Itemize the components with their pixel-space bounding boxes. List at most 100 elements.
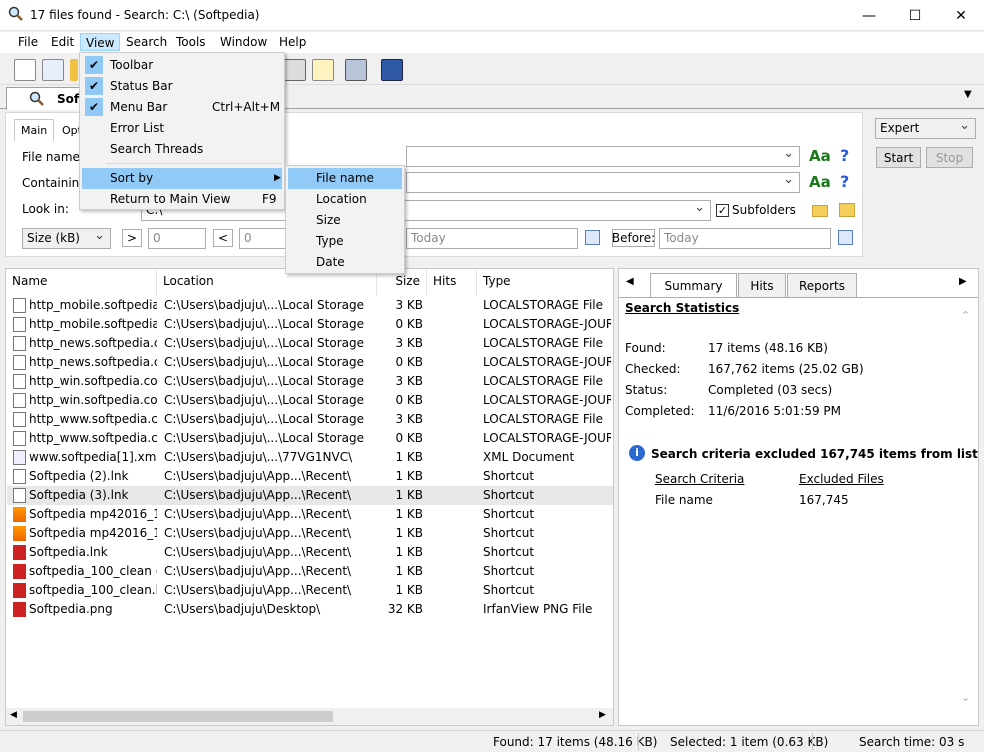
start-button[interactable]: Start (876, 147, 921, 168)
scroll-thumb[interactable] (23, 711, 333, 722)
table-row[interactable]: softpedia_100_clean (... C:\Users\badjuju… (7, 562, 613, 581)
sort-option-location[interactable]: Location (288, 189, 402, 210)
before-calendar-icon[interactable] (838, 230, 853, 245)
table-row[interactable]: http_www.softpedia.c... C:\Users\badjuju\… (7, 410, 613, 429)
before-button[interactable]: Before: (612, 229, 655, 247)
sort-option-label: Date (316, 255, 345, 269)
table-row[interactable]: http_mobile.softpedia... C:\Users\badjuju… (7, 296, 613, 315)
search-tab-icon (29, 91, 45, 110)
table-row[interactable]: Softpedia (3).lnk C:\Users\badjuju\App...… (7, 486, 613, 505)
stop-button[interactable]: Stop (926, 147, 973, 168)
tabs-right-icon[interactable]: ▶ (959, 276, 967, 287)
view-menu-item-return-to-main-view[interactable]: Return to Main View F9 (82, 189, 282, 210)
table-row[interactable]: Softpedia mp42016_1... C:\Users\badjuju\A… (7, 505, 613, 524)
help-book-icon[interactable] (381, 59, 403, 81)
table-row[interactable]: http_mobile.softpedia... C:\Users\badjuju… (7, 315, 613, 334)
open-search-icon[interactable] (42, 59, 64, 81)
menu-help[interactable]: Help (274, 35, 311, 53)
cell-location: C:\Users\badjuju\...\Local Storage\ (164, 298, 364, 312)
tab-reports[interactable]: Reports (787, 273, 857, 297)
containing-text-input[interactable] (406, 172, 800, 193)
multi-folder-icon[interactable] (839, 203, 855, 217)
table-row[interactable]: http_www.softpedia.c... C:\Users\badjuju\… (7, 429, 613, 448)
menu-search[interactable]: Search (121, 35, 172, 53)
after-calendar-icon[interactable] (585, 230, 600, 245)
tab-hits[interactable]: Hits (738, 273, 786, 297)
print-icon[interactable] (345, 59, 367, 81)
scroll-right-icon[interactable]: ▶ (599, 710, 606, 720)
report-icon[interactable] (284, 59, 306, 81)
scroll-down-icon[interactable]: ⌄ (961, 691, 970, 704)
cell-name: www.softpedia[1].xml (29, 450, 157, 464)
new-search-icon[interactable] (14, 59, 36, 81)
table-row[interactable]: softpedia_100_clean.lnk C:\Users\badjuju\… (7, 581, 613, 600)
table-row[interactable]: http_win.softpedia.co... C:\Users\badjuju… (7, 372, 613, 391)
horizontal-scrollbar[interactable]: ◀ ▶ (6, 708, 613, 725)
col-type-header[interactable]: Type (477, 269, 615, 296)
file-name-input[interactable] (406, 146, 800, 167)
containing-help-icon[interactable]: ? (840, 172, 849, 191)
view-menu-item-menu-bar[interactable]: ✔ Menu Bar Ctrl+Alt+M (82, 97, 282, 118)
menu-view[interactable]: View (80, 33, 121, 51)
checked-value: 167,762 items (25.02 GB) (708, 362, 864, 376)
submenu-arrow-icon: ▶ (274, 173, 281, 183)
tab-summary[interactable]: Summary (650, 273, 737, 298)
table-row[interactable]: http_news.softpedia.c... C:\Users\badjuju… (7, 334, 613, 353)
browse-folder-icon[interactable] (812, 205, 828, 217)
menu-edit[interactable]: Edit (46, 35, 79, 53)
cell-size: 0 KB (395, 355, 423, 369)
cell-name: Softpedia mp42016_1... (29, 507, 157, 521)
match-case-icon[interactable]: Aa (809, 147, 831, 165)
col-size-label: Size (395, 274, 420, 288)
view-menu-item-search-threads[interactable]: Search Threads (82, 139, 282, 160)
sort-option-file-name[interactable]: File name (288, 168, 402, 189)
view-menu-item-error-list[interactable]: Error List (82, 118, 282, 139)
sort-option-size[interactable]: Size (288, 210, 402, 231)
sort-option-date[interactable]: Date (288, 252, 402, 273)
table-row[interactable]: Softpedia.lnk C:\Users\badjuju\App...\Rec… (7, 543, 613, 562)
col-hits-header[interactable]: Hits (427, 269, 477, 296)
size-min-input[interactable]: 0 (148, 228, 206, 249)
status-value: Completed (03 secs) (708, 383, 833, 397)
size-unit-select[interactable]: Size (kB) (22, 228, 111, 249)
view-menu-item-sort-by[interactable]: Sort by ▶ (82, 168, 282, 189)
search-criteria-header[interactable]: Search Criteria (655, 472, 744, 486)
mode-select[interactable]: Expert (875, 118, 976, 139)
size-greater-button[interactable]: > (122, 229, 142, 247)
vertical-scrollbar[interactable]: ⌃ ⌄ (958, 305, 975, 709)
tabs-left-icon[interactable]: ◀ (626, 276, 634, 287)
check-icon: ✔ (85, 77, 103, 95)
table-row[interactable]: http_win.softpedia.co... C:\Users\badjuju… (7, 391, 613, 410)
scroll-left-icon[interactable]: ◀ (10, 710, 17, 720)
table-row[interactable]: www.softpedia[1].xml C:\Users\badjuju\...… (7, 448, 613, 467)
excluded-files-header[interactable]: Excluded Files (799, 472, 884, 486)
after-date-input[interactable]: Today (406, 228, 578, 249)
size-less-button[interactable]: < (213, 229, 233, 247)
file-name-help-icon[interactable]: ? (840, 146, 849, 165)
table-row[interactable]: http_news.softpedia.c... C:\Users\badjuju… (7, 353, 613, 372)
tab-list-dropdown-icon[interactable]: ▼ (964, 89, 972, 100)
folder-icon[interactable] (70, 59, 78, 81)
table-row[interactable]: Softpedia mp42016_1... C:\Users\badjuju\A… (7, 524, 613, 543)
subfolders-checkbox[interactable]: ✓ (716, 204, 729, 217)
before-date-input[interactable]: Today (659, 228, 831, 249)
view-menu-item-toolbar[interactable]: ✔ Toolbar (82, 55, 282, 76)
close-button[interactable]: ✕ (938, 0, 984, 31)
menu-window[interactable]: Window (215, 35, 272, 53)
table-row[interactable]: Softpedia (2).lnk C:\Users\badjuju\App...… (7, 467, 613, 486)
maximize-button[interactable]: ☐ (892, 0, 938, 31)
minimize-button[interactable]: — (846, 0, 892, 31)
size-max-input[interactable]: 0 (239, 228, 289, 249)
menu-file[interactable]: File (13, 35, 43, 53)
col-name-header[interactable]: Name (6, 269, 157, 296)
view-menu-item-status-bar[interactable]: ✔ Status Bar (82, 76, 282, 97)
match-case-text-icon[interactable]: Aa (809, 173, 831, 191)
settings-icon[interactable] (312, 59, 334, 81)
cell-location: C:\Users\badjuju\...\Local Storage\ (164, 412, 364, 426)
table-row[interactable]: Softpedia.png C:\Users\badjuju\Desktop\ 32… (7, 600, 613, 619)
menu-tools[interactable]: Tools (171, 35, 211, 53)
search-tab[interactable]: Softpedia (6, 87, 81, 110)
sort-option-type[interactable]: Type (288, 231, 402, 252)
scroll-up-icon[interactable]: ⌃ (961, 309, 970, 322)
tab-main[interactable]: Main (14, 119, 54, 141)
